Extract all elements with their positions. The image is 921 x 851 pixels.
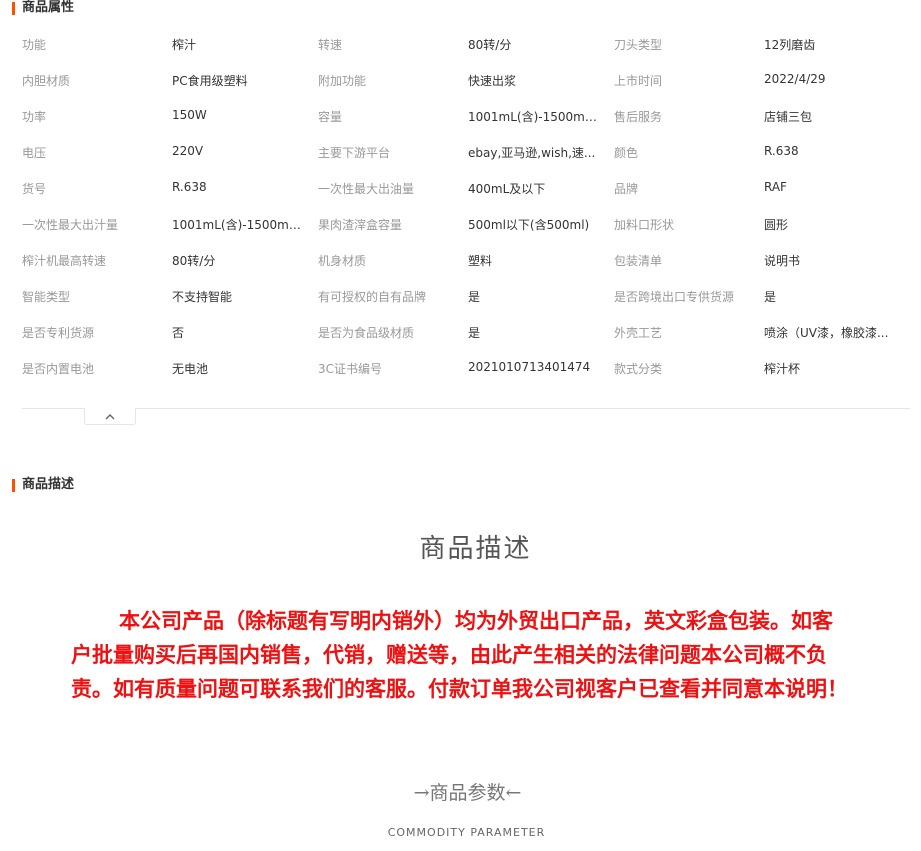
attribute-value: PC食用级塑料 bbox=[172, 74, 248, 88]
attribute-key: 款式分类 bbox=[614, 362, 663, 376]
attribute-key: 功率 bbox=[22, 110, 47, 124]
attribute-key: 售后服务 bbox=[614, 110, 663, 124]
attributes-table: 功能 榨汁 转速 80转/分 刀头类型 12列磨齿内胆材质 PC食用级塑料 附加功能 快速出浆 上… bbox=[22, 25, 912, 385]
attribute-key: 有可授权的自有品牌 bbox=[318, 290, 427, 304]
attribute-row: 功能 榨汁 转速 80转/分 刀头类型 12列磨齿 bbox=[22, 25, 912, 61]
attributes-divider bbox=[22, 408, 910, 409]
attribute-key: 加料口形状 bbox=[614, 218, 675, 232]
attribute-value: 500ml以下(含500ml) bbox=[468, 218, 590, 232]
attribute-key: 机身材质 bbox=[318, 254, 367, 268]
description-title-label: 商品描述 bbox=[22, 477, 75, 492]
parameter-heading: →商品参数← bbox=[413, 782, 522, 804]
attribute-row: 是否专利货源 否 是否为食品级材质 是 外壳工艺 喷涂（UV漆，橡胶漆... bbox=[22, 313, 912, 349]
attributes-section-title: 商品属性 bbox=[12, 0, 74, 16]
attribute-row: 是否内置电池 无电池 3C证书编号 2021010713401474 款式分类 榨汁杯 bbox=[22, 349, 912, 385]
attribute-value: 1001mL(含)-1500mL(... bbox=[468, 110, 598, 124]
attribute-value: 快速出浆 bbox=[468, 74, 517, 88]
attribute-key: 外壳工艺 bbox=[614, 326, 663, 340]
attribute-key: 一次性最大出汁量 bbox=[22, 218, 119, 232]
attribute-key: 包装清单 bbox=[614, 254, 663, 268]
attribute-key: 品牌 bbox=[614, 182, 639, 196]
attribute-value: 400mL及以下 bbox=[468, 182, 546, 196]
attribute-value: 店铺三包 bbox=[764, 110, 813, 124]
attribute-value: 2021010713401474 bbox=[468, 360, 591, 374]
attribute-value: 80转/分 bbox=[468, 38, 512, 52]
attribute-value: 80转/分 bbox=[172, 254, 216, 268]
attribute-key: 上市时间 bbox=[614, 74, 663, 88]
accent-bar bbox=[12, 478, 15, 492]
attribute-row: 功率 150W 容量 1001mL(含)-1500mL(... 售后服务 店铺三包 bbox=[22, 97, 912, 133]
attribute-key: 榨汁机最高转速 bbox=[22, 254, 107, 268]
collapse-attributes-button[interactable] bbox=[84, 408, 136, 425]
attribute-row: 货号 R.638 一次性最大出油量 400mL及以下 品牌 RAF bbox=[22, 169, 912, 205]
attribute-key: 主要下游平台 bbox=[318, 146, 391, 160]
attribute-row: 内胆材质 PC食用级塑料 附加功能 快速出浆 上市时间 2022/4/29 bbox=[22, 61, 912, 97]
description-section-title: 商品描述 bbox=[12, 477, 74, 493]
attribute-value: 否 bbox=[172, 326, 185, 340]
attribute-key: 功能 bbox=[22, 38, 47, 52]
attributes-title-label: 商品属性 bbox=[22, 0, 75, 15]
attribute-value: RAF bbox=[764, 180, 787, 194]
attribute-value: 塑料 bbox=[468, 254, 493, 268]
attribute-value: 说明书 bbox=[764, 254, 801, 268]
attribute-value: 是 bbox=[764, 290, 777, 304]
attribute-value: R.638 bbox=[764, 144, 799, 158]
attribute-value: 220V bbox=[172, 144, 204, 158]
attribute-value: 榨汁杯 bbox=[764, 362, 801, 376]
attribute-value: 圆形 bbox=[764, 218, 789, 232]
attribute-value: 是 bbox=[468, 290, 481, 304]
attribute-key: 转速 bbox=[318, 38, 343, 52]
attribute-key: 智能类型 bbox=[22, 290, 71, 304]
attribute-row: 榨汁机最高转速 80转/分 机身材质 塑料 包装清单 说明书 bbox=[22, 241, 912, 277]
attribute-value: 是 bbox=[468, 326, 481, 340]
attribute-value: 喷涂（UV漆，橡胶漆... bbox=[764, 326, 889, 340]
attribute-value: 12列磨齿 bbox=[764, 38, 816, 52]
attribute-value: 无电池 bbox=[172, 362, 209, 376]
attribute-key: 3C证书编号 bbox=[318, 362, 383, 376]
attribute-key: 果肉渣滓盒容量 bbox=[318, 218, 403, 232]
parameter-subheading: COMMODITY PARAMETER bbox=[387, 826, 546, 839]
attribute-key: 货号 bbox=[22, 182, 47, 196]
attribute-value: 150W bbox=[172, 108, 207, 122]
attribute-key: 容量 bbox=[318, 110, 343, 124]
description-heading: 商品描述 bbox=[419, 534, 532, 564]
attribute-value: 榨汁 bbox=[172, 38, 197, 52]
attribute-row: 智能类型 不支持智能 有可授权的自有品牌 是 是否跨境出口专供货源 是 bbox=[22, 277, 912, 313]
attribute-row: 电压 220V 主要下游平台 ebay,亚马逊,wish,速... 颜色 R.638 bbox=[22, 133, 912, 169]
attribute-key: 是否专利货源 bbox=[22, 326, 95, 340]
attribute-key: 一次性最大出油量 bbox=[318, 182, 415, 196]
attribute-key: 是否为食品级材质 bbox=[318, 326, 415, 340]
accent-bar bbox=[12, 1, 15, 15]
attribute-key: 颜色 bbox=[614, 146, 639, 160]
attribute-key: 刀头类型 bbox=[614, 38, 663, 52]
attribute-key: 是否跨境出口专供货源 bbox=[614, 290, 735, 304]
attribute-value: 1001mL(含)-1500mL(... bbox=[172, 218, 302, 232]
attribute-key: 内胆材质 bbox=[22, 74, 71, 88]
attribute-value: 不支持智能 bbox=[172, 290, 233, 304]
attribute-value: R.638 bbox=[172, 180, 207, 194]
chevron-up-icon bbox=[105, 413, 115, 419]
attribute-key: 是否内置电池 bbox=[22, 362, 95, 376]
attribute-row: 一次性最大出汁量 1001mL(含)-1500mL(... 果肉渣滓盒容量 500ml… bbox=[22, 205, 912, 241]
export-notice: 本公司产品（除标题有写明内销外）均为外贸出口产品，英文彩盒包装。如客户批量购买后… bbox=[71, 609, 848, 701]
attribute-value: 2022/4/29 bbox=[764, 72, 826, 86]
attribute-key: 电压 bbox=[22, 146, 47, 160]
attribute-key: 附加功能 bbox=[318, 74, 367, 88]
attribute-value: ebay,亚马逊,wish,速... bbox=[468, 146, 596, 160]
